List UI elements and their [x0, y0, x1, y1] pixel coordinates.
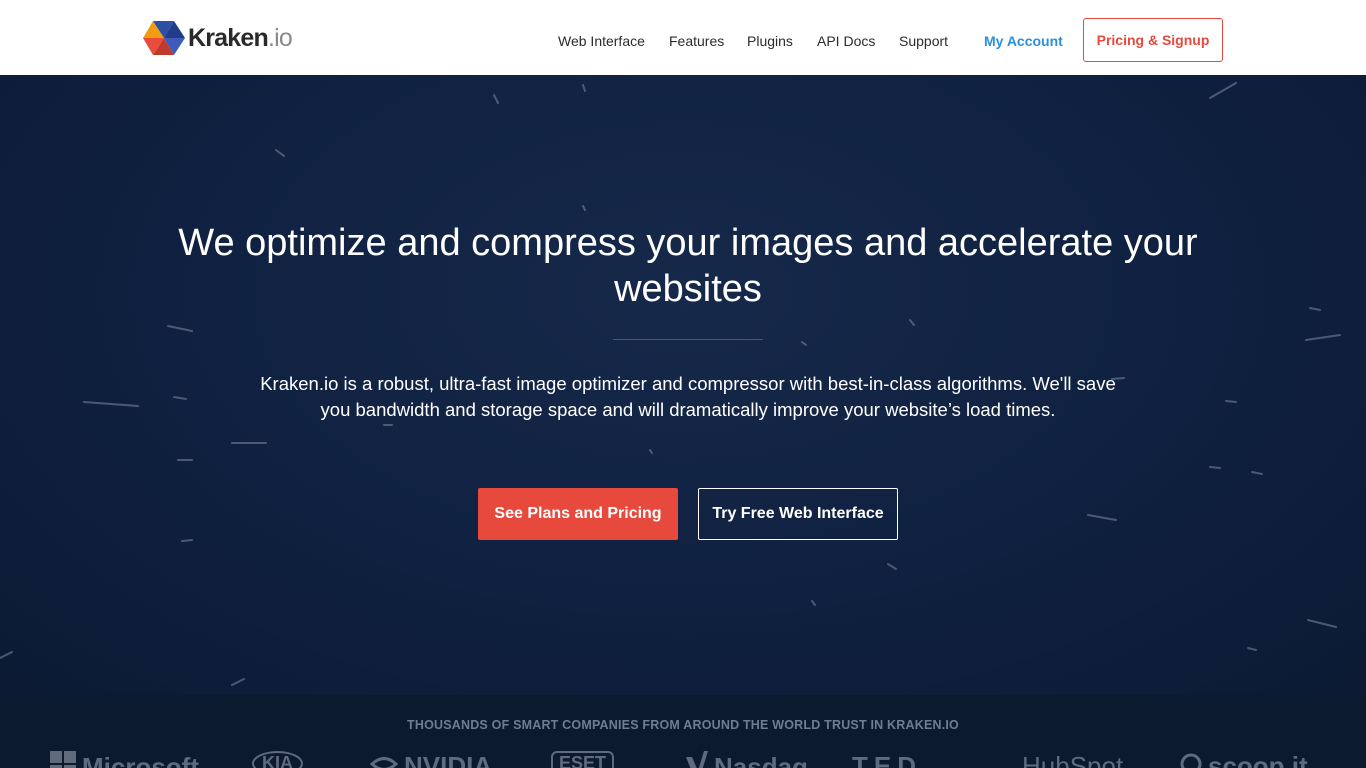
nav-features[interactable]: Features [669, 33, 724, 49]
try-web-interface-button[interactable]: Try Free Web Interface [698, 488, 898, 540]
microsoft-icon [50, 751, 76, 768]
nav-support[interactable]: Support [899, 33, 948, 49]
pricing-signup-button[interactable]: Pricing & Signup [1083, 18, 1223, 62]
kraken-logo-icon [143, 21, 185, 55]
nav-my-account[interactable]: My Account [984, 33, 1063, 49]
brand-name: scoop.it [1208, 751, 1308, 768]
brand-name: Nasdaq [714, 752, 808, 768]
scoopit-icon [1180, 751, 1202, 768]
brand-logo-hubspot: HubSpot [1022, 751, 1123, 768]
kraken-logo[interactable]: Kraken .io [143, 19, 293, 57]
brand-logo-eset: ESET [551, 751, 615, 768]
brand-name: TED [852, 751, 922, 768]
trust-title: THOUSANDS OF SMART COMPANIES FROM AROUND… [407, 718, 959, 732]
trust-section: THOUSANDS OF SMART COMPANIES FROM AROUND… [0, 695, 1366, 768]
logo-name: Kraken [188, 23, 269, 52]
nav-api-docs[interactable]: API Docs [817, 33, 875, 49]
brand-logo-nvidia: NVIDIA [369, 751, 493, 768]
brand-logo-ted: TED [852, 751, 922, 768]
logo-suffix: .io [267, 23, 293, 52]
brand-logo-microsoft: Microsoft [50, 751, 199, 768]
hero-section: We optimize and compress your images and… [0, 75, 1366, 695]
logo-wordmark: Kraken .io [188, 23, 293, 53]
brand-name: NVIDIA [404, 751, 493, 768]
brand-name: KIA [252, 751, 303, 768]
nasdaq-chevron-icon [686, 751, 708, 768]
brand-name: ESET [551, 751, 615, 768]
nav-web-interface[interactable]: Web Interface [558, 33, 645, 49]
nav-plugins[interactable]: Plugins [747, 33, 793, 49]
nvidia-eye-icon [369, 751, 399, 768]
site-header: Kraken .io Web Interface Features Plugins… [0, 0, 1366, 75]
see-plans-button[interactable]: See Plans and Pricing [478, 488, 678, 540]
brand-logo-nasdaq: Nasdaq [686, 751, 808, 768]
hero-description: Kraken.io is a robust, ultra-fast image … [260, 373, 1116, 420]
brand-logo-scoopit: scoop.it [1180, 751, 1308, 768]
brand-name: HubSpot [1022, 751, 1124, 768]
brand-logo-kia: KIA [252, 751, 303, 768]
hero-title: We optimize and compress your images and… [178, 222, 1198, 310]
brand-name: Microsoft [82, 752, 199, 768]
hero-divider [613, 339, 763, 340]
